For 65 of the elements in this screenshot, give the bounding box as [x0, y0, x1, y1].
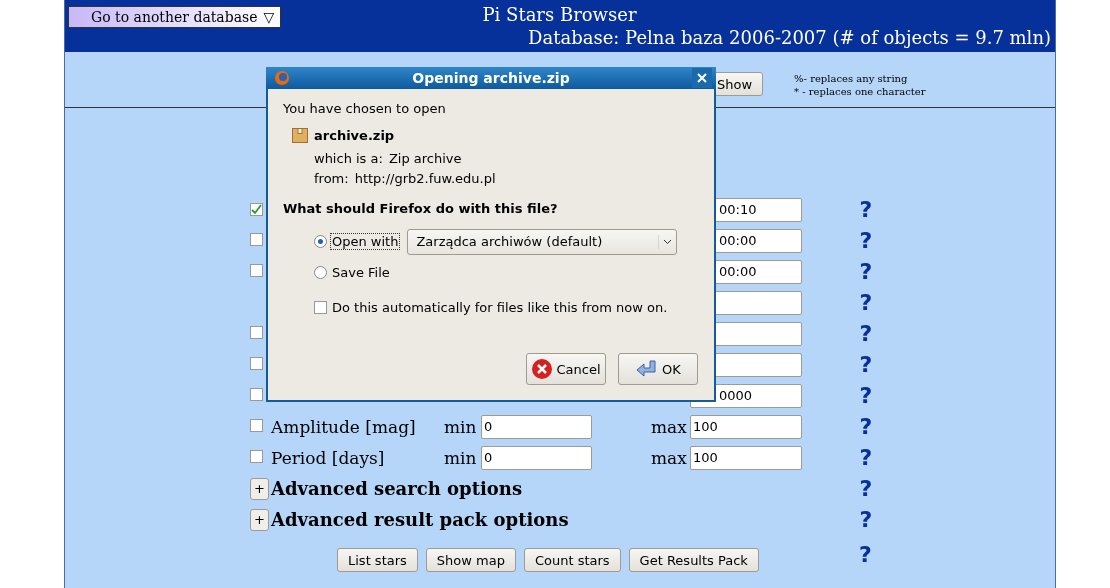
expand-button[interactable]: +	[250, 508, 269, 531]
auto-checkbox[interactable]	[314, 301, 327, 314]
page-title: Pi Stars Browser	[482, 4, 637, 26]
type-label: which is a:	[314, 150, 383, 168]
radio-button[interactable]	[314, 235, 327, 248]
filter-checkbox[interactable]	[250, 419, 263, 432]
dialog-intro: You have chosen to open	[283, 100, 447, 118]
ok-button[interactable]: OK	[618, 353, 698, 385]
help-link[interactable]: ?	[858, 541, 872, 567]
type-value: Zip archive	[388, 150, 462, 168]
cancel-button[interactable]: Cancel	[526, 353, 606, 385]
close-button[interactable]	[692, 68, 712, 88]
help-link[interactable]: ?	[856, 445, 876, 470]
expand-button[interactable]: +	[250, 477, 269, 500]
help-link[interactable]: ?	[856, 352, 876, 377]
help-link[interactable]: ?	[856, 507, 876, 532]
filter-checkbox[interactable]	[250, 450, 263, 463]
max-label: max	[651, 447, 687, 468]
option-label[interactable]: Save File	[331, 265, 391, 280]
min-label: min	[444, 416, 477, 437]
browser-logo-icon	[274, 70, 290, 86]
filter-label: Amplitude [mag]	[271, 416, 416, 437]
help-link[interactable]: ?	[856, 476, 876, 501]
max-label: max	[651, 416, 687, 437]
search-hint: %- replaces any string	[794, 72, 909, 85]
min-label: min	[444, 447, 477, 468]
filter-checkbox[interactable]	[250, 264, 263, 277]
filter-checkbox[interactable]	[250, 203, 263, 216]
filter-label: Period [days]	[271, 447, 385, 468]
option-label[interactable]: Open with	[331, 234, 400, 249]
help-link[interactable]: ?	[856, 290, 876, 315]
help-link[interactable]: ?	[856, 321, 876, 346]
radio-button[interactable]	[314, 266, 327, 279]
max-field[interactable]: 100	[690, 414, 802, 439]
auto-label: Do this automatically for files like this from now on.	[332, 300, 668, 315]
help-link[interactable]: ?	[856, 414, 876, 439]
section-title: Advanced search options	[271, 478, 524, 499]
dialog-title: Opening archive.zip	[411, 70, 571, 86]
action-button[interactable]: List stars	[337, 548, 418, 572]
file-name: archive.zip	[314, 127, 395, 143]
action-button[interactable]: Show map	[425, 548, 516, 572]
cancel-icon	[531, 358, 554, 380]
close-icon	[696, 72, 708, 84]
from-value: http://grb2.fuw.edu.pl	[354, 170, 496, 188]
from-label: from:	[314, 170, 349, 188]
max-field[interactable]: 100	[690, 445, 802, 470]
filter-checkbox[interactable]	[250, 357, 263, 370]
min-field[interactable]: 0	[481, 445, 592, 470]
application-dropdown[interactable]: Zarządca archiwów (default)	[407, 228, 678, 255]
dialog-question: What should Firefox do with this file?	[283, 201, 559, 216]
database-info: Database: Pelna baza 2006-2007 (# of objects = 9.7 mln)	[528, 26, 1051, 50]
database-dropdown[interactable]: Go to another database ▽	[68, 6, 282, 28]
package-icon	[292, 127, 308, 143]
filter-checkbox[interactable]	[250, 233, 263, 246]
help-link[interactable]: ?	[856, 259, 876, 284]
action-button[interactable]: Count stars	[523, 548, 621, 572]
help-link[interactable]: ?	[856, 197, 876, 222]
filter-checkbox[interactable]	[250, 326, 263, 339]
section-title: Advanced result pack options	[271, 509, 570, 530]
search-hint: * - replaces one character	[794, 85, 926, 98]
help-link[interactable]: ?	[856, 228, 876, 253]
action-button[interactable]: Get Results Pack	[628, 548, 759, 572]
min-field[interactable]: 0	[481, 414, 592, 439]
help-link[interactable]: ?	[856, 383, 876, 408]
filter-checkbox[interactable]	[250, 388, 263, 401]
